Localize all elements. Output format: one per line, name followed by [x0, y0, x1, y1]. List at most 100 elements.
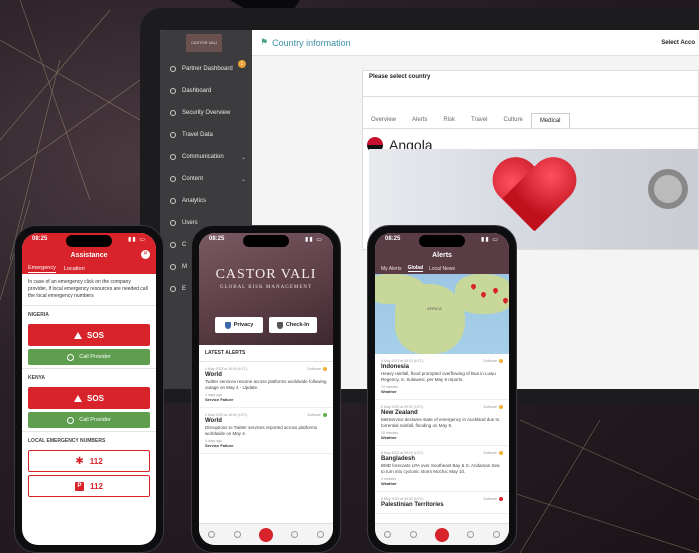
sos-button[interactable]: SOS: [28, 324, 150, 346]
edit-icon: [170, 176, 176, 182]
sidebar-item-label: C: [182, 242, 187, 248]
privacy-button[interactable]: Privacy: [215, 317, 263, 333]
local-numbers-header: LOCAL EMERGENCY NUMBERS: [22, 431, 156, 447]
alert-item[interactable]: 4 May 2023 at 18:06 (UTC) Software World…: [199, 362, 333, 408]
sidebar-item-label: Security Overview: [182, 110, 231, 116]
sos-label: SOS: [87, 330, 104, 340]
tab-medical[interactable]: Medical: [530, 113, 570, 128]
home-icon[interactable]: [384, 531, 392, 538]
medical-star-icon: ✱: [75, 455, 84, 467]
alert-category: Weather: [381, 435, 397, 440]
alert-category: Weather: [381, 481, 397, 486]
brand-logo: CASTOR VALI: [215, 267, 317, 282]
sos-label: SOS: [87, 393, 104, 403]
globe-icon[interactable]: [291, 531, 299, 538]
emergency-number: 112: [90, 481, 103, 491]
alert-location: World: [205, 372, 222, 378]
sos-tab-icon[interactable]: [434, 527, 449, 542]
signal-icon: ▮▮ ▭: [128, 237, 146, 243]
home-icon[interactable]: [208, 531, 216, 538]
country-panel: Please select country Overview Alerts Ri…: [362, 70, 699, 250]
phone-assistance: 08:25 ▮▮ ▭ Assistance ✕ Emergency Locatio…: [14, 225, 164, 553]
more-icon[interactable]: [492, 531, 500, 538]
sidebar-item-label: Content: [182, 176, 204, 182]
tab-global[interactable]: Global: [407, 265, 424, 272]
gear-icon: [170, 242, 176, 248]
home-icon: [170, 88, 176, 94]
severity-dot-icon: [499, 497, 503, 501]
alert-item[interactable]: 8 May 2023 at 09:22 (UTC) Software Pales…: [375, 492, 509, 514]
sidebar-item-travel-data[interactable]: Travel Data: [160, 124, 252, 146]
severity-dot-icon: [499, 451, 503, 455]
sos-button[interactable]: SOS: [28, 387, 150, 409]
home-hero: 08:25 ▮▮ ▭ CASTOR VALI GLOBAL RISK MANAGE…: [199, 233, 333, 345]
tab-emergency[interactable]: Emergency: [28, 265, 56, 273]
signal-icon: ▮▮ ▭: [481, 237, 499, 243]
topbar: ⚑ Country information Select Acco: [252, 30, 699, 56]
alert-item[interactable]: 8 May 2023 at 09:22 (UTC) Software New Z…: [375, 400, 509, 446]
emergency-number-ambulance[interactable]: ✱ 112: [28, 450, 150, 472]
sidebar-item-security-overview[interactable]: Security Overview: [160, 102, 252, 124]
status-time: 08:25: [32, 236, 48, 242]
sidebar-item-analytics[interactable]: Analytics: [160, 190, 252, 212]
alert-level-label: Software: [307, 367, 321, 371]
sidebar-item-partner-dashboard[interactable]: Partner Dashboard 1: [160, 58, 252, 80]
sidebar-item-dashboard[interactable]: Dashboard: [160, 80, 252, 102]
globe-icon[interactable]: [467, 531, 475, 538]
compass-icon[interactable]: [409, 531, 417, 538]
alerts-map[interactable]: AFRICA: [375, 274, 509, 354]
tab-my-alerts[interactable]: My Alerts: [381, 266, 402, 272]
police-icon: P: [75, 481, 85, 491]
latest-alerts-header: LATEST ALERTS: [199, 345, 333, 362]
home-buttons: Privacy Check-In: [199, 317, 333, 333]
tab-risk[interactable]: Risk: [435, 113, 463, 128]
alert-text: Twitter services resume across platforms…: [205, 379, 327, 390]
section-country: NIGERIA: [22, 305, 156, 321]
account-select[interactable]: Select Acco: [661, 40, 695, 46]
tab-location[interactable]: Location: [64, 266, 85, 272]
alert-category: Service Failure: [205, 397, 234, 402]
status-time: 08:25: [385, 236, 401, 242]
alert-text: Heavy rainfall, flood prompted overflowi…: [381, 371, 496, 382]
tab-local-news[interactable]: Local News: [429, 266, 455, 272]
sidebar-item-label: Partner Dashboard: [182, 66, 233, 72]
check-in-button[interactable]: Check-In: [269, 317, 317, 333]
alert-item[interactable]: 4 May 2023 at 16:00 (UTC) Software World…: [199, 408, 333, 454]
shield-icon: [224, 321, 231, 329]
tab-overview[interactable]: Overview: [363, 113, 404, 128]
checkin-icon: [276, 321, 283, 329]
status-time: 08:25: [209, 236, 225, 242]
alerts-titlebar: Alerts: [375, 247, 509, 263]
sos-tab-icon[interactable]: [258, 527, 273, 542]
severity-dot-icon: [499, 359, 503, 363]
severity-dot-icon: [323, 367, 327, 371]
call-provider-button[interactable]: Call Provider: [28, 412, 150, 428]
alert-level-label: Software: [483, 359, 497, 363]
tab-alerts[interactable]: Alerts: [404, 113, 435, 128]
sidebar-item-content[interactable]: Content ⌄: [160, 168, 252, 190]
close-icon[interactable]: ✕: [141, 250, 150, 259]
emergency-number-police[interactable]: P 112: [28, 475, 150, 497]
tab-culture[interactable]: Culture: [495, 113, 530, 128]
call-label: Call Provider: [79, 354, 111, 360]
stethoscope-image: [648, 169, 688, 209]
sidebar-item-communication[interactable]: Communication ⌄: [160, 146, 252, 168]
phone-screen: 08:25 ▮▮ ▭ CASTOR VALI GLOBAL RISK MANAGE…: [199, 233, 333, 545]
call-provider-button[interactable]: Call Provider: [28, 349, 150, 365]
compass-icon[interactable]: [233, 531, 241, 538]
severity-dot-icon: [499, 405, 503, 409]
alert-text: MetService declares state of emergency i…: [381, 417, 500, 428]
alert-item[interactable]: 8 May 2023 at 09:22 (UTC) Software Bangl…: [375, 446, 509, 492]
phone-screen: 08:25 ▮▮ ▭ Assistance ✕ Emergency Locatio…: [22, 233, 156, 545]
sidebar-item-label: Analytics: [182, 198, 207, 204]
alert-level: Software: [483, 497, 503, 501]
alerts-tabs: My Alerts Global Local News: [375, 263, 509, 274]
tab-travel[interactable]: Travel: [463, 113, 495, 128]
more-icon[interactable]: [316, 531, 324, 538]
severity-dot-icon: [323, 413, 327, 417]
sidebar-item-label: Communication: [182, 154, 224, 160]
alert-category: Service Failure: [205, 443, 234, 448]
alert-item[interactable]: 8 May 2023 at 09:22 (UTC) Software Indon…: [375, 354, 509, 400]
alert-level-label: Software: [483, 497, 497, 501]
country-select[interactable]: [363, 83, 698, 97]
